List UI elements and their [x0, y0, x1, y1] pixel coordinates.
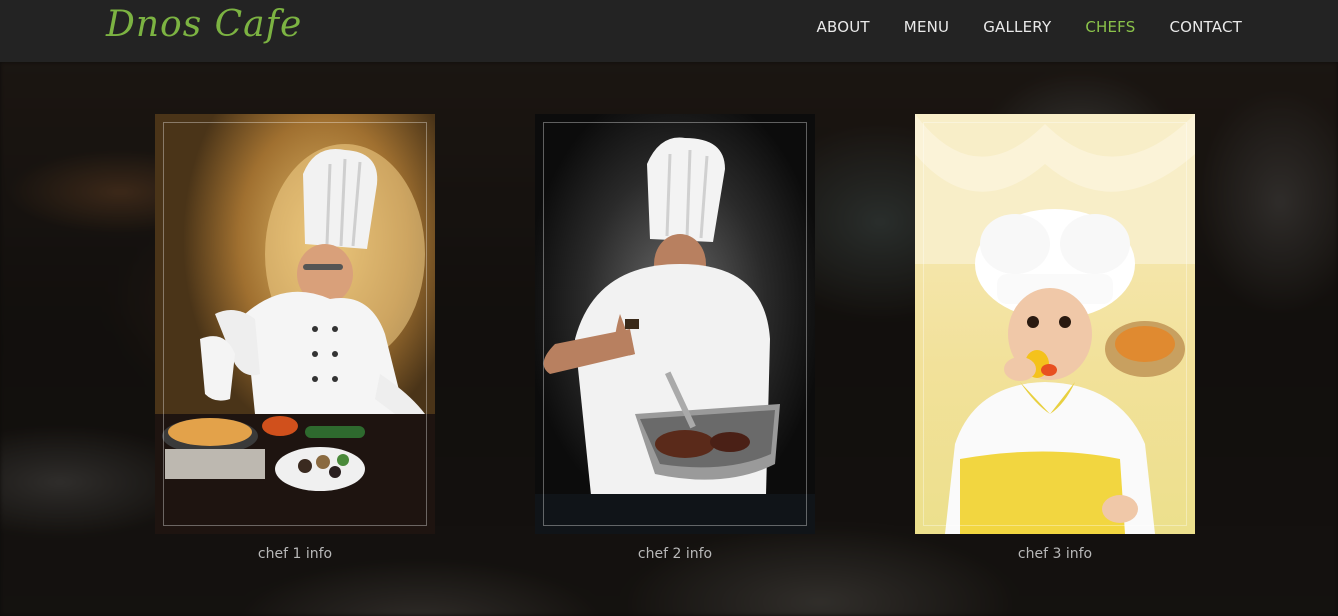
nav-chefs[interactable]: CHEFS [1085, 18, 1135, 36]
chef-card-1: chef 1 info [155, 114, 435, 562]
chef-3-photo[interactable] [915, 114, 1195, 534]
chef-1-info-link[interactable]: chef 1 info [155, 546, 435, 562]
chef-2-info-link[interactable]: chef 2 info [535, 546, 815, 562]
chef-3-info-link[interactable]: chef 3 info [915, 546, 1195, 562]
chef-2-illustration [535, 137, 815, 534]
nav-menu[interactable]: MENU [904, 18, 949, 36]
nav-gallery[interactable]: GALLERY [983, 18, 1051, 36]
nav-about[interactable]: ABOUT [817, 18, 870, 36]
main-nav: ABOUT MENU GALLERY CHEFS CONTACT [783, 18, 1242, 36]
chef-card-3: chef 3 info [915, 114, 1195, 562]
chef-card-2: chef 2 info [535, 114, 815, 562]
chef-3-illustration [915, 114, 1195, 534]
chef-2-photo[interactable] [535, 114, 815, 534]
brand-logo[interactable]: Dnos Cafe [106, 4, 302, 45]
top-navbar: Dnos Cafe ABOUT MENU GALLERY CHEFS CONTA… [0, 0, 1338, 62]
nav-contact[interactable]: CONTACT [1169, 18, 1242, 36]
chef-1-photo[interactable] [155, 114, 435, 534]
chef-1-illustration [155, 144, 435, 534]
